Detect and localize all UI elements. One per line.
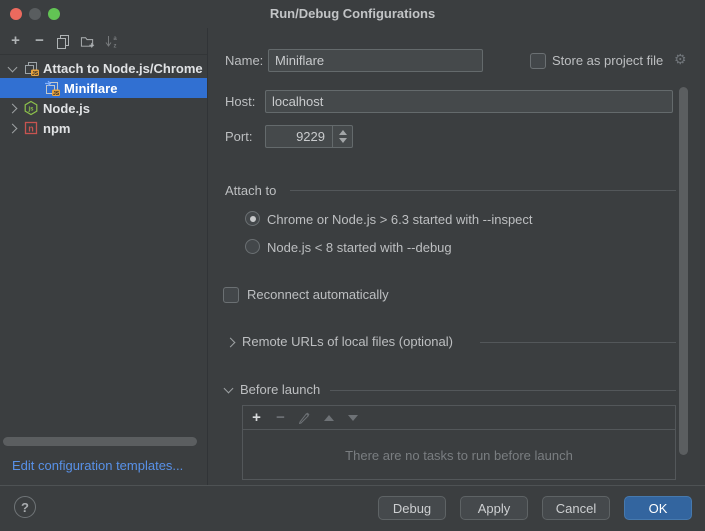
tree-item-label: npm <box>43 121 70 136</box>
section-divider <box>330 390 676 391</box>
svg-text:js: js <box>27 107 34 113</box>
configurations-toolbar: + − a z <box>0 28 207 55</box>
chevron-down-icon[interactable] <box>8 62 18 72</box>
remove-task-icon: − <box>274 411 287 424</box>
reconnect-automatically-checkbox[interactable] <box>223 287 239 303</box>
attach-to-section-label: Attach to <box>225 183 276 199</box>
host-label: Host: <box>225 94 255 110</box>
add-configuration-icon[interactable]: + <box>8 33 23 49</box>
port-spinner <box>265 125 353 148</box>
sort-configurations-icon: a z <box>104 33 119 49</box>
title-bar: Run/Debug Configurations <box>0 0 705 28</box>
svg-text:a: a <box>113 36 117 42</box>
horizontal-scrollbar[interactable] <box>3 437 197 446</box>
cancel-button[interactable]: Cancel <box>542 496 610 520</box>
radio-chrome-inspect[interactable] <box>245 211 260 226</box>
stepper-up-icon[interactable] <box>339 130 347 135</box>
svg-text:n: n <box>28 124 34 134</box>
chevron-right-icon[interactable] <box>8 103 18 113</box>
tree-item-npm[interactable]: n npm <box>0 118 207 138</box>
copy-configuration-icon[interactable] <box>56 33 71 49</box>
svg-text:JS: JS <box>32 71 39 76</box>
help-button[interactable]: ? <box>14 496 36 518</box>
vertical-scrollbar[interactable] <box>679 87 688 455</box>
stepper-down-icon[interactable] <box>339 138 347 143</box>
gear-icon: ⚙ <box>674 51 687 67</box>
footer-buttons: Debug Apply Cancel OK <box>378 496 692 520</box>
radio-node-debug-label: Node.js < 8 started with --debug <box>267 240 452 256</box>
configurations-tree: JS Attach to Node.js/Chrome JS Miniflare <box>0 58 207 138</box>
chevron-down-icon[interactable] <box>224 384 234 394</box>
tree-item-label: Node.js <box>43 101 90 116</box>
tree-item-label: Miniflare <box>64 81 117 96</box>
configuration-form: Name: Store as project file ⚙ Host: Port… <box>208 28 705 485</box>
radio-chrome-inspect-label: Chrome or Node.js > 6.3 started with --i… <box>267 212 533 228</box>
tree-item-attach-to-nodejs-chrome[interactable]: JS Attach to Node.js/Chrome <box>0 58 207 78</box>
port-input[interactable] <box>266 126 332 147</box>
name-label: Name: <box>225 53 263 69</box>
section-divider <box>290 190 676 191</box>
debug-button[interactable]: Debug <box>378 496 446 520</box>
ok-button[interactable]: OK <box>624 496 692 520</box>
section-divider <box>480 342 676 343</box>
store-as-project-file-checkbox[interactable] <box>530 53 546 69</box>
store-as-project-file-label: Store as project file <box>552 53 663 69</box>
svg-text:JS: JS <box>53 91 60 96</box>
edit-task-icon <box>298 411 311 424</box>
name-input[interactable] <box>268 49 483 72</box>
chevron-right-icon[interactable] <box>226 338 236 348</box>
apply-button[interactable]: Apply <box>460 496 528 520</box>
attach-config-icon: JS <box>44 80 60 96</box>
npm-icon: n <box>23 120 39 136</box>
before-launch-task-panel: + − There are no tasks to run before lau… <box>242 405 676 480</box>
move-task-up-icon <box>322 415 335 421</box>
edit-configuration-templates-link[interactable]: Edit configuration templates... <box>12 458 183 473</box>
radio-node-debug[interactable] <box>245 239 260 254</box>
dialog-footer: ? Debug Apply Cancel OK <box>0 486 705 531</box>
reconnect-automatically-label: Reconnect automatically <box>247 287 389 303</box>
tree-item-nodejs[interactable]: js Node.js <box>0 98 207 118</box>
dialog-title: Run/Debug Configurations <box>0 0 705 28</box>
remote-urls-section-label[interactable]: Remote URLs of local files (optional) <box>242 334 453 350</box>
move-task-down-icon <box>346 415 359 421</box>
add-task-icon[interactable]: + <box>250 411 263 424</box>
host-input[interactable] <box>265 90 673 113</box>
tree-item-label: Attach to Node.js/Chrome <box>43 61 203 76</box>
new-folder-icon[interactable] <box>80 33 95 49</box>
port-label: Port: <box>225 129 252 145</box>
configurations-panel: + − a z <box>0 28 207 485</box>
nodejs-icon: js <box>23 100 39 116</box>
tree-item-miniflare[interactable]: JS Miniflare <box>0 78 207 98</box>
svg-text:z: z <box>114 43 117 49</box>
radio-selected-dot <box>250 216 256 222</box>
before-launch-section-label[interactable]: Before launch <box>240 382 320 398</box>
attach-config-icon: JS <box>23 60 39 76</box>
no-tasks-message: There are no tasks to run before launch <box>243 430 675 480</box>
remove-configuration-icon[interactable]: − <box>32 33 47 49</box>
chevron-right-icon[interactable] <box>8 123 18 133</box>
port-stepper[interactable] <box>332 126 352 147</box>
task-toolbar: + − <box>243 406 675 430</box>
